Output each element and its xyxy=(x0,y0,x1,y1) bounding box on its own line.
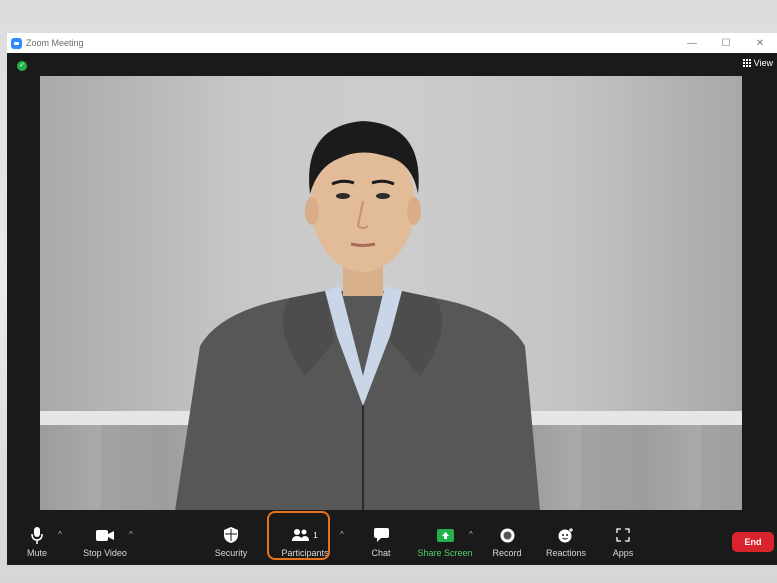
record-icon xyxy=(500,526,515,544)
chat-button[interactable]: Chat xyxy=(369,510,393,565)
encryption-shield-icon[interactable]: ✓ xyxy=(17,61,27,71)
smiley-plus-icon xyxy=(558,526,574,544)
reactions-label: Reactions xyxy=(545,548,587,558)
chat-bubble-icon xyxy=(373,526,389,544)
microphone-icon xyxy=(31,526,43,544)
video-camera-icon xyxy=(96,526,114,544)
zoom-meeting-window: Zoom Meeting — ☐ ✕ ✓ View Mute ^ Stop Vi… xyxy=(7,33,777,565)
participants-options-caret[interactable]: ^ xyxy=(340,530,344,539)
share-screen-options-caret[interactable]: ^ xyxy=(469,530,473,539)
view-button[interactable]: View xyxy=(742,58,773,68)
apps-icon xyxy=(616,526,630,544)
grid-icon xyxy=(742,59,751,67)
mute-label: Mute xyxy=(26,548,47,558)
security-shield-icon xyxy=(224,526,238,544)
reactions-button[interactable]: Reactions xyxy=(544,510,588,565)
end-meeting-button[interactable]: End xyxy=(732,532,774,552)
minimize-button[interactable]: — xyxy=(675,33,709,53)
maximize-button[interactable]: ☐ xyxy=(709,33,743,53)
meeting-toolbar: Mute ^ Stop Video ^ Security 1 Participa… xyxy=(7,510,777,565)
mute-button[interactable]: Mute xyxy=(25,510,49,565)
share-screen-icon xyxy=(436,526,454,544)
audio-options-caret[interactable]: ^ xyxy=(58,530,62,539)
security-label: Security xyxy=(214,548,248,558)
window-controls: — ☐ ✕ xyxy=(675,33,777,53)
title-bar: Zoom Meeting — ☐ ✕ xyxy=(7,33,777,53)
chat-label: Chat xyxy=(371,548,391,558)
participant-figure xyxy=(175,121,540,511)
share-screen-button[interactable]: Share Screen xyxy=(417,510,473,565)
record-button[interactable]: Record xyxy=(492,510,522,565)
zoom-app-icon xyxy=(11,37,22,49)
video-options-caret[interactable]: ^ xyxy=(129,530,133,539)
close-button[interactable]: ✕ xyxy=(743,33,777,53)
window-title: Zoom Meeting xyxy=(26,38,84,48)
security-button[interactable]: Security xyxy=(212,510,250,565)
stop-video-button[interactable]: Stop Video xyxy=(80,510,130,565)
stop-video-label: Stop Video xyxy=(83,548,127,558)
record-label: Record xyxy=(492,548,522,558)
view-label: View xyxy=(753,58,773,68)
participant-video xyxy=(40,76,742,511)
apps-button[interactable]: Apps xyxy=(611,510,635,565)
share-screen-label: Share Screen xyxy=(417,548,473,558)
apps-label: Apps xyxy=(612,548,634,558)
participants-highlight-box xyxy=(267,511,330,560)
